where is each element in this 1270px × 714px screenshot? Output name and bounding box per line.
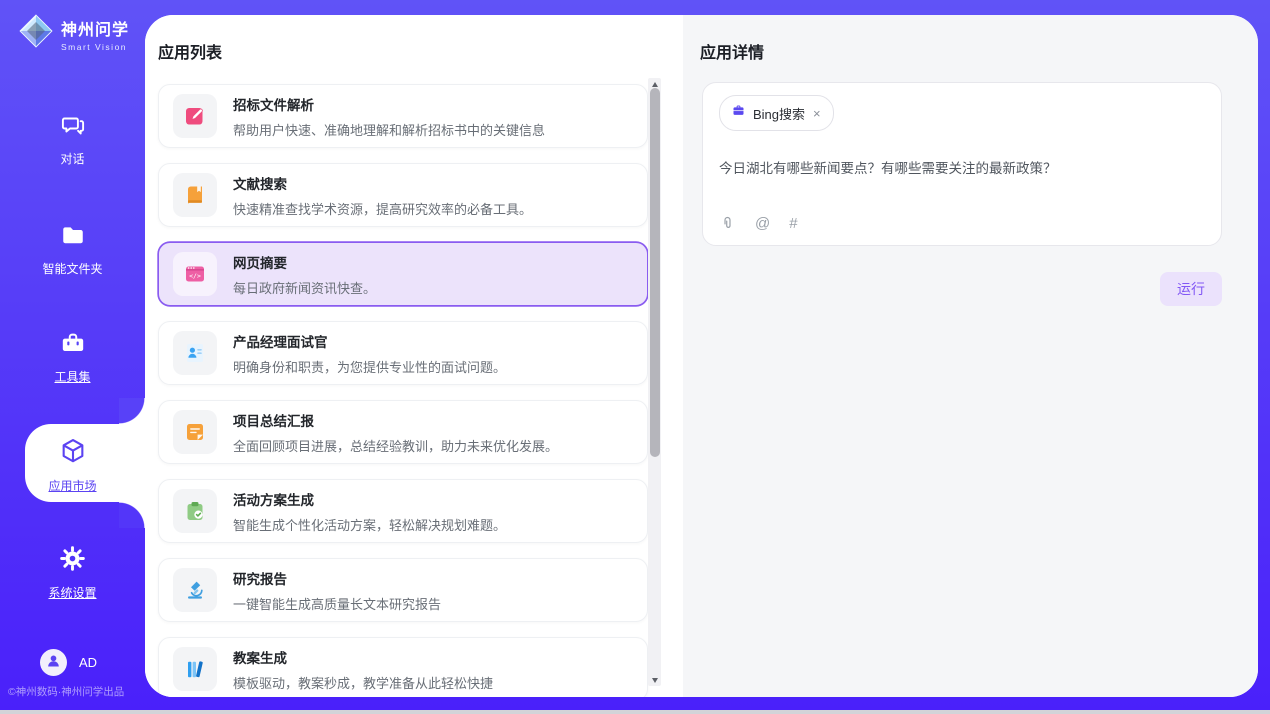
- sidebar-item-toolset[interactable]: 工具集: [0, 330, 145, 385]
- tool-tag-label: Bing搜索: [753, 104, 805, 123]
- main-panel: 应用列表 招标文件解析 帮助用户快速、准确地理解和解析招标书中的关键信息: [145, 15, 1258, 697]
- bottom-edge-strip: [0, 710, 1270, 714]
- book-icon: [173, 173, 217, 217]
- run-button[interactable]: 运行: [1160, 272, 1222, 306]
- sidebar-item-settings[interactable]: 系统设置: [0, 545, 145, 601]
- app-card-literature-search[interactable]: 文献搜索 快速精准查找学术资源，提高研究效率的必备工具。: [158, 163, 648, 227]
- toolbox-icon: [60, 343, 86, 360]
- user-account[interactable]: AD: [40, 649, 97, 676]
- app-list-scrollbar[interactable]: [648, 78, 661, 686]
- app-card-description: 明确身份和职责，为您提供专业性的面试问题。: [233, 357, 506, 376]
- app-card-description: 每日政府新闻资讯快查。: [233, 278, 376, 297]
- gem-logo-icon: [18, 13, 54, 54]
- app-card-title: 文献搜索: [233, 173, 532, 193]
- sidebar-item-app-market[interactable]: 应用市场: [0, 437, 145, 494]
- mention-icon[interactable]: @: [755, 215, 770, 232]
- app-card-list: 招标文件解析 帮助用户快速、准确地理解和解析招标书中的关键信息 文献搜索 快速精…: [158, 84, 648, 697]
- interviewer-icon: [173, 331, 217, 375]
- app-card-title: 网页摘要: [233, 252, 376, 272]
- app-card-description: 智能生成个性化活动方案，轻松解决规划难题。: [233, 515, 506, 534]
- app-card-description: 帮助用户快速、准确地理解和解析招标书中的关键信息: [233, 120, 545, 139]
- query-editor[interactable]: Bing搜索 × 今日湖北有哪些新闻要点？有哪些需要关注的最新政策？ @ #: [702, 82, 1222, 246]
- app-card-description: 全面回顾项目进展，总结经验教训，助力未来优化发展。: [233, 436, 558, 455]
- run-row: 运行: [1160, 272, 1222, 306]
- microscope-icon: [173, 568, 217, 612]
- tool-tag-bing-search[interactable]: Bing搜索 ×: [719, 95, 834, 131]
- app-card-title: 招标文件解析: [233, 94, 545, 114]
- hashtag-icon[interactable]: #: [789, 215, 797, 232]
- app-card-bid-parsing[interactable]: 招标文件解析 帮助用户快速、准确地理解和解析招标书中的关键信息: [158, 84, 648, 148]
- sidebar-item-label: 系统设置: [0, 584, 145, 601]
- clipboard-check-icon: [173, 489, 217, 533]
- scroll-down-icon[interactable]: [648, 674, 661, 686]
- sidebar-footer: ©神州数码·神州问学出品: [8, 684, 124, 699]
- sidebar-item-label: 智能文件夹: [0, 260, 145, 277]
- user-name: AD: [79, 655, 97, 670]
- app-card-project-summary[interactable]: 项目总结汇报 全面回顾项目进展，总结经验教训，助力未来优化发展。: [158, 400, 648, 464]
- gear-icon: [59, 559, 86, 576]
- bubble-curve-bottom: [119, 502, 145, 528]
- app-card-event-plan[interactable]: 活动方案生成 智能生成个性化活动方案，轻松解决规划难题。: [158, 479, 648, 543]
- sidebar-item-label: 应用市场: [0, 477, 145, 494]
- app-card-lesson-plan[interactable]: 教案生成 模板驱动，教案秒成，教学准备从此轻松快捷: [158, 637, 648, 697]
- chat-icon: [60, 125, 86, 142]
- app-detail-pane: 应用详情 Bing搜索 × 今日湖北有哪些新闻要点？有哪些需要关注的最新政策？: [683, 15, 1258, 697]
- app-card-title: 项目总结汇报: [233, 410, 558, 430]
- logo-subtitle: Smart Vision: [61, 42, 129, 52]
- query-text[interactable]: 今日湖北有哪些新闻要点？有哪些需要关注的最新政策？: [719, 157, 1205, 177]
- pen-document-icon: [173, 94, 217, 138]
- books-icon: [173, 647, 217, 691]
- paperclip-icon[interactable]: [719, 215, 736, 232]
- cube-icon: [59, 452, 87, 469]
- app-card-research-report[interactable]: 研究报告 一键智能生成高质量长文本研究报告: [158, 558, 648, 622]
- app-card-title: 产品经理面试官: [233, 331, 506, 351]
- app-card-title: 活动方案生成: [233, 489, 506, 509]
- app-card-title: 研究报告: [233, 568, 441, 588]
- sidebar: 神州问学 Smart Vision 对话 智能文件夹: [0, 0, 145, 714]
- app-list-title: 应用列表: [158, 39, 222, 63]
- app-card-pm-interviewer[interactable]: 产品经理面试官 明确身份和职责，为您提供专业性的面试问题。: [158, 321, 648, 385]
- app-card-web-summary[interactable]: </> 网页摘要 每日政府新闻资讯快查。: [158, 242, 648, 306]
- briefcase-icon: [731, 103, 746, 123]
- sidebar-item-label: 工具集: [0, 368, 145, 385]
- app-card-description: 快速精准查找学术资源，提高研究效率的必备工具。: [233, 199, 532, 218]
- scrollbar-thumb[interactable]: [650, 88, 660, 457]
- note-icon: [173, 410, 217, 454]
- app-card-title: 教案生成: [233, 647, 493, 667]
- app-logo: 神州问学 Smart Vision: [18, 13, 129, 54]
- sidebar-item-chat[interactable]: 对话: [0, 112, 145, 167]
- app-list-pane: 应用列表 招标文件解析 帮助用户快速、准确地理解和解析招标书中的关键信息: [145, 15, 683, 697]
- logo-title: 神州问学: [61, 16, 129, 40]
- editor-toolbar: @ #: [719, 215, 798, 232]
- close-icon[interactable]: ×: [812, 107, 822, 120]
- person-icon: [45, 652, 62, 674]
- sidebar-item-smart-folder[interactable]: 智能文件夹: [0, 222, 145, 277]
- bubble-curve-top: [119, 398, 145, 424]
- app-detail-title: 应用详情: [700, 39, 764, 63]
- folder-icon: [60, 235, 86, 252]
- app-card-description: 一键智能生成高质量长文本研究报告: [233, 594, 441, 613]
- browser-code-icon: </>: [173, 252, 217, 296]
- avatar: [40, 649, 67, 676]
- app-card-description: 模板驱动，教案秒成，教学准备从此轻松快捷: [233, 673, 493, 692]
- svg-text:</>: </>: [189, 272, 201, 280]
- sidebar-item-label: 对话: [0, 150, 145, 167]
